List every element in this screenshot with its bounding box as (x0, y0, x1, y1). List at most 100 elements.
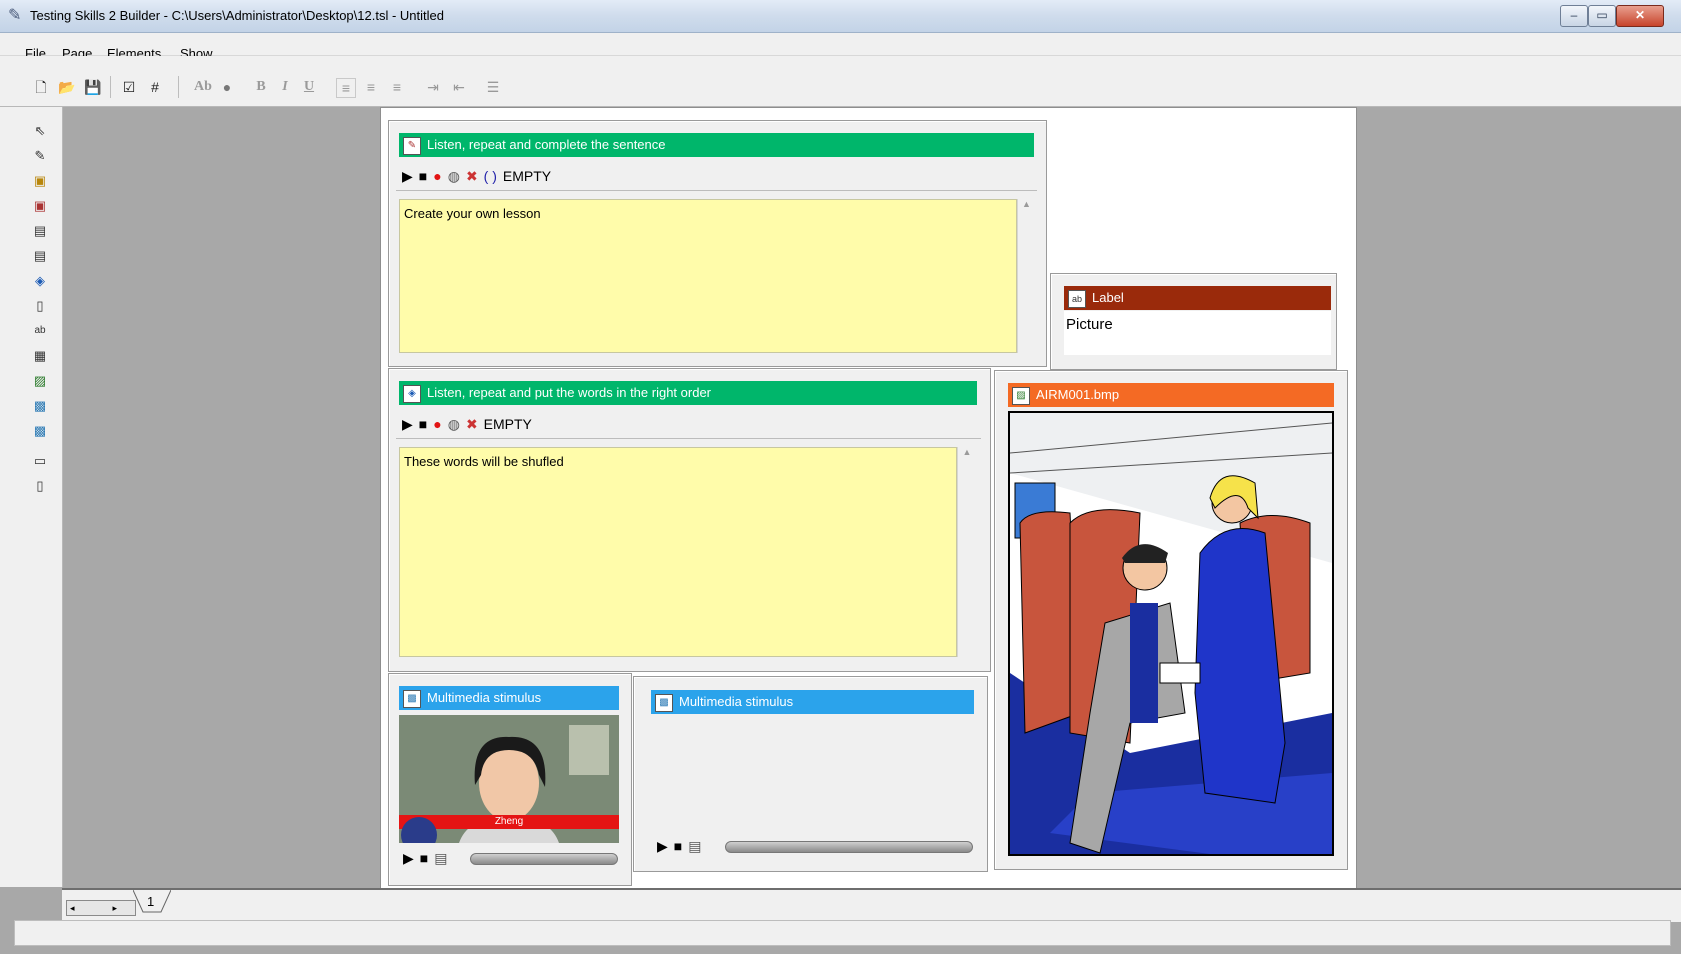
disc-icon[interactable]: ◍ (448, 168, 460, 184)
multimedia-title-2: Multimedia stimulus (679, 694, 794, 709)
text-icon[interactable]: ▦ (32, 347, 48, 365)
frame-icon[interactable]: ▭ (32, 452, 48, 470)
record-icon[interactable]: ● (433, 168, 441, 184)
color-icon[interactable]: ● (218, 78, 236, 96)
picture-frame (1008, 411, 1334, 856)
listen-complete-icon: ✎ (403, 136, 421, 155)
word-order-controls: ▶ ■ ● ◍ ✖ EMPTY (402, 414, 538, 434)
blank-page-icon[interactable]: ▯ (32, 297, 48, 315)
tab-page-label: 1 (147, 894, 155, 909)
tab-scroll-buttons[interactable]: ◂ ▸ (66, 900, 136, 916)
tab-page-1[interactable]: 1 (133, 890, 171, 914)
underline-icon[interactable]: U (300, 78, 318, 96)
window-title: Testing Skills 2 Builder - C:\Users\Admi… (30, 8, 444, 23)
check-icon[interactable]: ☑ (120, 78, 138, 96)
listen-complete-icon[interactable]: ✎ (32, 147, 48, 165)
video-caption: Zheng (494, 816, 524, 827)
outdent-icon[interactable]: ⇤ (450, 78, 468, 96)
page-tab-strip (62, 888, 1681, 922)
word-order-status: EMPTY (483, 416, 532, 432)
grid-icon[interactable]: # (146, 78, 164, 96)
word-order-scrollbar[interactable]: ▲ (957, 447, 976, 657)
minimize-button[interactable]: ‒ (1560, 5, 1588, 27)
divider (396, 190, 1037, 191)
picture-icon: ▨ (1012, 386, 1030, 405)
multimedia-header-2[interactable]: ▩ Multimedia stimulus (651, 690, 974, 714)
toolbar-separator (110, 76, 111, 98)
picture-title: AIRM001.bmp (1036, 387, 1120, 402)
scroll-right-icon[interactable]: ▸ (113, 903, 118, 913)
close-button[interactable]: ✕ (1616, 5, 1664, 27)
brackets-icon[interactable]: ( ) (484, 168, 497, 184)
bullets-icon[interactable]: ☰ (484, 78, 502, 96)
save-icon[interactable]: 💾 (84, 78, 102, 96)
multimedia-title-1: Multimedia stimulus (427, 690, 542, 705)
delete-icon[interactable]: ✖ (466, 168, 478, 184)
multimedia-controls-2: ▶ ■ ▤ (657, 836, 707, 856)
maximize-button[interactable]: ▭ (1588, 5, 1616, 27)
label-title: Label (1092, 290, 1124, 305)
stop-icon[interactable]: ■ (420, 850, 428, 866)
multimedia-controls-1: ▶ ■ ▤ (403, 848, 453, 868)
play-icon[interactable]: ▶ (402, 168, 413, 184)
question-icon[interactable]: ▣ (32, 172, 48, 190)
word-order-header[interactable]: ◈ Listen, repeat and put the words in the… (399, 381, 977, 405)
video-thumbnail[interactable]: Zheng (399, 715, 619, 843)
align-center-icon[interactable]: ≡ (362, 78, 380, 96)
multimedia-icon[interactable]: ▩ (32, 397, 48, 415)
multimedia-2-icon[interactable]: ▩ (32, 422, 48, 440)
multimedia-icon: ▩ (403, 689, 421, 708)
align-right-icon[interactable]: ≡ (388, 78, 406, 96)
properties-icon[interactable]: ▤ (434, 850, 447, 866)
complete-sentence-scrollbar[interactable]: ▲ (1017, 199, 1035, 353)
label-text: Picture (1066, 316, 1113, 333)
order-icon: ◈ (403, 384, 421, 403)
stop-icon[interactable]: ■ (419, 168, 427, 184)
picture-icon[interactable]: ▨ (32, 372, 48, 390)
disc-icon[interactable]: ◍ (448, 416, 460, 432)
label-icon: ab (1068, 289, 1086, 308)
multimedia-header-1[interactable]: ▩ Multimedia stimulus (399, 686, 619, 710)
complete-sentence-status: EMPTY (502, 168, 552, 184)
scroll-left-icon[interactable]: ◂ (70, 903, 75, 913)
bold-icon[interactable]: B (252, 78, 270, 96)
stop-icon[interactable]: ■ (419, 416, 427, 432)
spell-check-icon[interactable]: Ab (192, 78, 214, 96)
toolbar-separator (178, 76, 179, 98)
picture-header[interactable]: ▨ AIRM001.bmp (1008, 383, 1334, 407)
menu-bar (0, 33, 1681, 56)
word-order-title: Listen, repeat and put the words in the … (427, 385, 712, 400)
play-icon[interactable]: ▶ (402, 416, 413, 432)
multimedia-progress-2[interactable] (725, 841, 973, 853)
divider (396, 438, 981, 439)
app-pen-icon: ✎ (8, 7, 22, 24)
delete-icon[interactable]: ✖ (466, 416, 478, 432)
stop-icon[interactable]: ■ (674, 838, 682, 854)
column-icon[interactable]: ▯ (32, 477, 48, 495)
align-left-icon[interactable]: ≡ (336, 78, 356, 98)
complete-sentence-controls: ▶ ■ ● ◍ ✖ ( ) EMPTY (402, 166, 557, 186)
complete-sentence-header[interactable]: ✎ Listen, repeat and complete the sentenc… (399, 133, 1034, 157)
italic-icon[interactable]: I (276, 78, 294, 96)
airplane-illustration (1010, 413, 1332, 854)
play-icon[interactable]: ▶ (403, 850, 414, 866)
order-icon[interactable]: ◈ (32, 272, 48, 290)
multimedia-progress-1[interactable] (470, 853, 618, 865)
label-header[interactable]: ab Label (1064, 286, 1331, 310)
label-icon[interactable]: ab (32, 322, 48, 340)
word-order-textarea[interactable]: These words will be shufled (399, 447, 957, 657)
pointer-icon[interactable]: ⇖ (32, 122, 48, 140)
status-bar (14, 920, 1671, 946)
listen-repeat-icon[interactable]: ▣ (32, 197, 48, 215)
play-icon[interactable]: ▶ (657, 838, 668, 854)
indent-icon[interactable]: ⇥ (424, 78, 442, 96)
record-icon[interactable]: ● (433, 416, 441, 432)
list-2-icon[interactable]: ▤ (32, 247, 48, 265)
multimedia-icon: ▩ (655, 693, 673, 712)
new-file-icon[interactable]: 🗋 (32, 78, 50, 96)
complete-sentence-title: Listen, repeat and complete the sentence (427, 137, 666, 152)
list-icon[interactable]: ▤ (32, 222, 48, 240)
complete-sentence-textarea[interactable]: Create your own lesson (399, 199, 1017, 353)
open-folder-icon[interactable]: 📂 (58, 78, 76, 96)
properties-icon[interactable]: ▤ (688, 838, 701, 854)
